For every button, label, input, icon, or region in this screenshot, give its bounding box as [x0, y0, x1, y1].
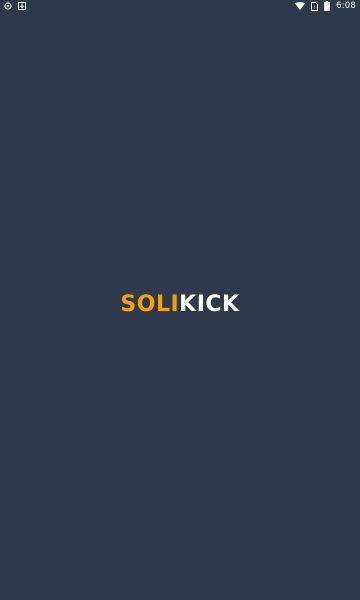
status-bar: ! 6:08: [0, 0, 360, 12]
app-logo: SOLIKICK: [0, 292, 360, 318]
svg-text:!: !: [314, 5, 316, 11]
splash-screen: ! 6:08 SOLIKICK: [0, 0, 360, 600]
status-bar-time: 6:08: [336, 1, 356, 11]
status-bar-right: ! 6:08: [295, 0, 360, 12]
app-notification-icon: [4, 1, 12, 11]
wifi-icon: [295, 1, 306, 11]
sim-icon: !: [311, 1, 319, 11]
logo-text-soli: SOLI: [120, 292, 180, 317]
logo-text-kick: KICK: [179, 292, 240, 317]
download-icon: [18, 1, 26, 11]
status-bar-left: [0, 0, 26, 12]
battery-icon: [324, 1, 331, 11]
